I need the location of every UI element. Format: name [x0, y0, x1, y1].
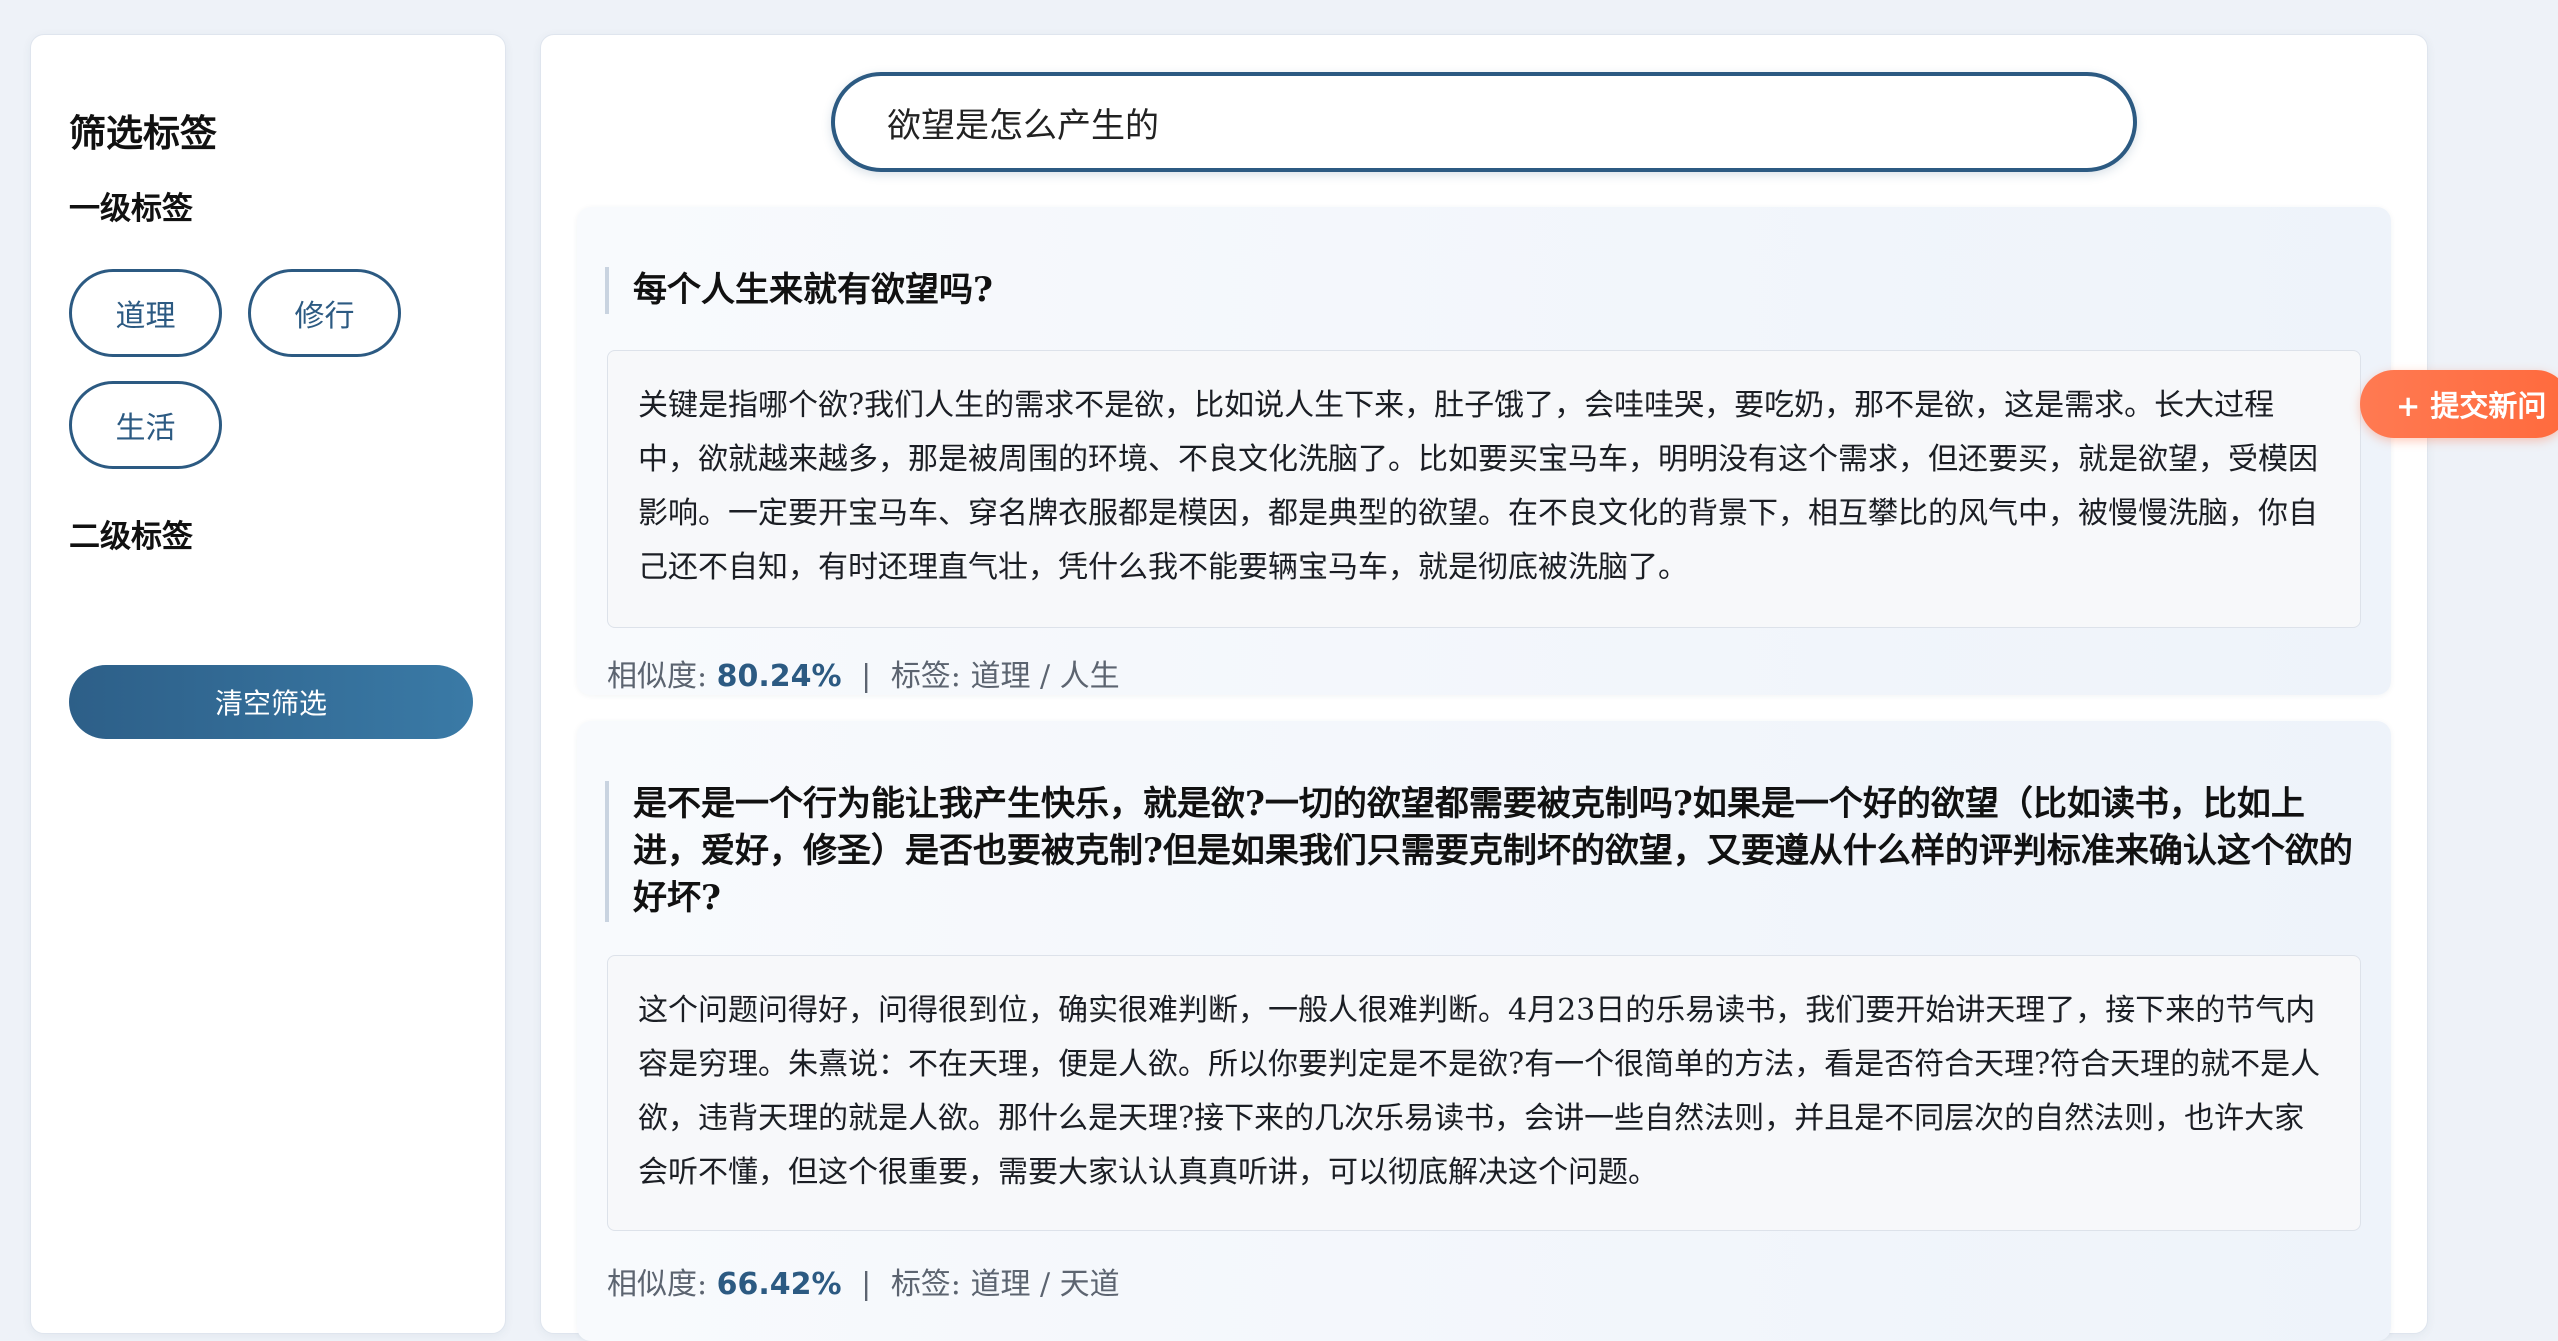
- level2-tags-heading: 二级标签: [69, 519, 193, 555]
- sidebar-title: 筛选标签: [69, 111, 217, 155]
- result-card: 是不是一个行为能让我产生快乐，就是欲?一切的欲望都需要被克制吗?如果是一个好的欲…: [577, 721, 2391, 1341]
- level1-tag-list: 道理 修行 生活: [69, 269, 469, 469]
- submit-question-button[interactable]: + 提交新问: [2360, 370, 2558, 438]
- result-meta: 相似度: 66.42% | 标签: 道理 / 天道: [607, 1265, 1120, 1305]
- tags-value: 道理 / 人生: [970, 659, 1120, 694]
- question-title: 是不是一个行为能让我产生快乐，就是欲?一切的欲望都需要被克制吗?如果是一个好的欲…: [605, 781, 2361, 922]
- results-panel: 每个人生来就有欲望吗? 关键是指哪个欲?我们人生的需求不是欲，比如说人生下来，肚…: [540, 34, 2428, 1341]
- tag-shenghuo[interactable]: 生活: [69, 381, 222, 469]
- meta-divider: |: [861, 1267, 872, 1302]
- similarity-value: 66.42%: [716, 1267, 842, 1302]
- answer-text: 关键是指哪个欲?我们人生的需求不是欲，比如说人生下来，肚子饿了，会哇哇哭，要吃奶…: [607, 350, 2361, 628]
- tags-label: 标签:: [890, 659, 961, 694]
- tags-value: 道理 / 天道: [970, 1267, 1120, 1302]
- similarity-label: 相似度:: [607, 1267, 708, 1302]
- tag-daoli[interactable]: 道理: [69, 269, 222, 357]
- result-card: 每个人生来就有欲望吗? 关键是指哪个欲?我们人生的需求不是欲，比如说人生下来，肚…: [577, 207, 2391, 695]
- level1-tags-heading: 一级标签: [69, 191, 193, 227]
- filter-sidebar: 筛选标签 一级标签 道理 修行 生活 二级标签 清空筛选: [30, 34, 506, 1334]
- result-meta: 相似度: 80.24% | 标签: 道理 / 人生: [607, 657, 1120, 697]
- similarity-label: 相似度:: [607, 659, 708, 694]
- tags-label: 标签:: [890, 1267, 961, 1302]
- answer-text: 这个问题问得好，问得很到位，确实很难判断，一般人很难判断。4月23日的乐易读书，…: [607, 955, 2361, 1231]
- tag-xiuxing[interactable]: 修行: [248, 269, 401, 357]
- similarity-value: 80.24%: [716, 659, 842, 694]
- question-title: 每个人生来就有欲望吗?: [605, 267, 2361, 314]
- meta-divider: |: [861, 659, 872, 694]
- search-input[interactable]: [831, 72, 2137, 172]
- clear-filter-button[interactable]: 清空筛选: [69, 665, 473, 739]
